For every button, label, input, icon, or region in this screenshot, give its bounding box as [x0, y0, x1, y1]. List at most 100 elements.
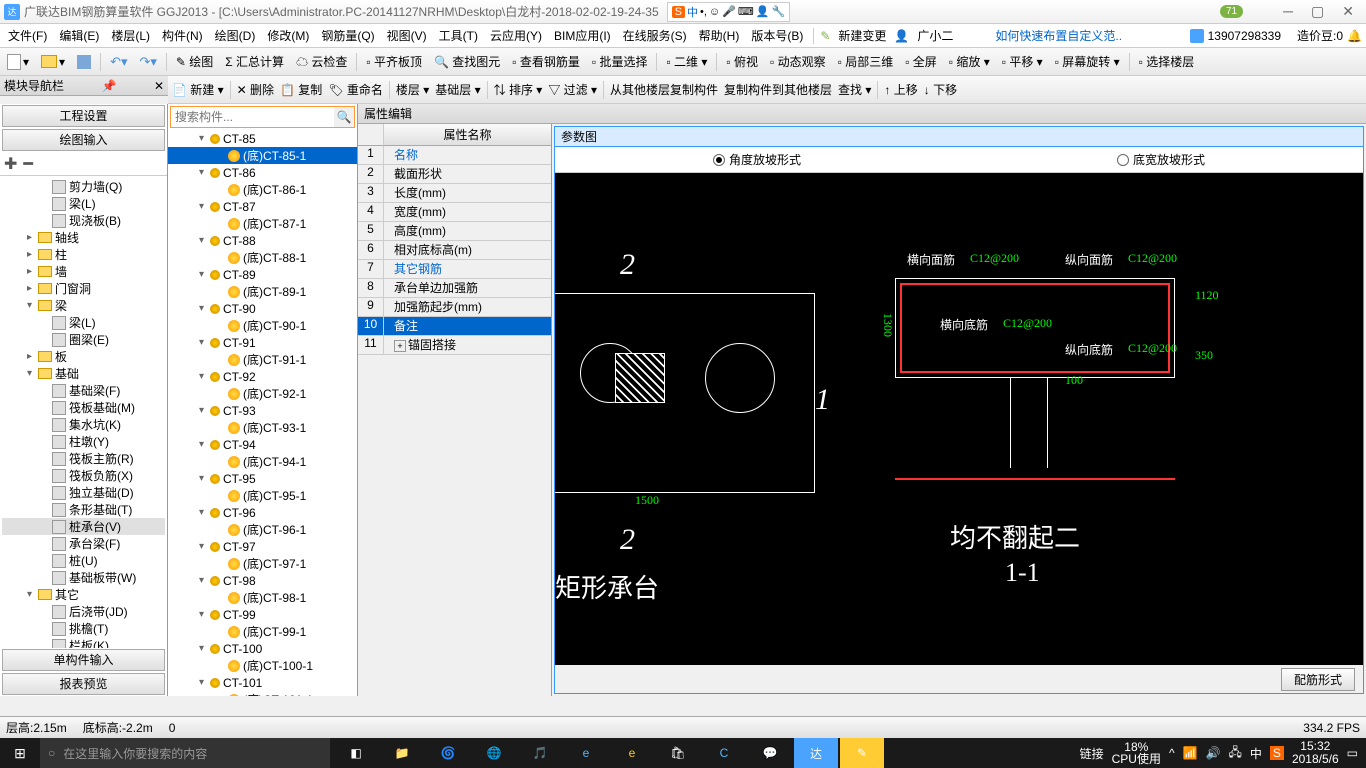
component-node[interactable]: (底)CT-98-1 [168, 589, 357, 606]
pin-icon[interactable]: 📌 [102, 79, 117, 93]
user-name[interactable]: 广小二 [913, 25, 957, 46]
app-store[interactable]: 🛍 [656, 738, 700, 768]
prop-row[interactable]: 6相对底标高(m) [358, 241, 551, 260]
tree-node[interactable]: ▾梁 [2, 297, 165, 314]
tree-node[interactable]: 集水坑(K) [2, 416, 165, 433]
component-node[interactable]: (底)CT-91-1 [168, 351, 357, 368]
panel-close-icon[interactable]: ✕ [154, 79, 164, 93]
undo-button[interactable]: ↶▾ [107, 52, 130, 72]
component-node[interactable]: (底)CT-86-1 [168, 181, 357, 198]
radio-width[interactable]: 底宽放坡形式 [1117, 151, 1205, 168]
minimize-button[interactable]: ─ [1283, 3, 1293, 20]
component-node[interactable]: ▾CT-98 [168, 572, 357, 589]
tb2-排序[interactable]: ⇅ 排序 ▾ [494, 81, 543, 98]
tree-node[interactable]: ▸柱 [2, 246, 165, 263]
tb-二维[interactable]: ▫ 二维 ▾ [663, 51, 710, 72]
tb-动态观察[interactable]: ▫ 动态观察 [767, 51, 829, 72]
component-node[interactable]: (底)CT-90-1 [168, 317, 357, 334]
radio-angle[interactable]: 角度放坡形式 [713, 151, 801, 168]
prop-row[interactable]: 2截面形状 [358, 165, 551, 184]
tree-node[interactable]: ▸门窗洞 [2, 280, 165, 297]
tray-notif-icon[interactable]: ▭ [1347, 746, 1358, 760]
component-node[interactable]: ▾CT-100 [168, 640, 357, 657]
component-node[interactable]: (底)CT-101-1 [168, 691, 357, 696]
tree-node[interactable]: 基础板带(W) [2, 569, 165, 586]
tray-up-icon[interactable]: ^ [1169, 746, 1175, 760]
tray-ime[interactable]: 中 [1250, 745, 1262, 762]
prop-row[interactable]: 11+锚固搭接 [358, 336, 551, 355]
prop-row[interactable]: 5高度(mm) [358, 222, 551, 241]
app-browser1[interactable]: 🌐 [472, 738, 516, 768]
menu-item[interactable]: BIM应用(I) [550, 25, 615, 46]
prop-row[interactable]: 1名称 [358, 146, 551, 165]
component-node[interactable]: ▾CT-99 [168, 606, 357, 623]
tb-全屏[interactable]: ▫ 全屏 [902, 51, 940, 72]
category-tree[interactable]: 剪力墙(Q)梁(L)现浇板(B)▸轴线▸柱▸墙▸门窗洞▾梁梁(L)圈梁(E)▸板… [0, 176, 167, 648]
start-button[interactable]: ⊞ [0, 745, 40, 762]
menu-item[interactable]: 在线服务(S) [619, 25, 691, 46]
prop-row[interactable]: 7其它钢筋 [358, 260, 551, 279]
tray-net-icon[interactable]: 🖧 [1229, 743, 1242, 764]
tb-查找图元[interactable]: 🔍 查找图元 [431, 51, 503, 72]
tb-缩放[interactable]: ▫ 缩放 ▾ [946, 51, 993, 72]
tree-node[interactable]: 后浇带(JD) [2, 603, 165, 620]
search-button[interactable]: 🔍 [334, 107, 354, 127]
app-c[interactable]: C [702, 738, 746, 768]
component-node[interactable]: ▾CT-91 [168, 334, 357, 351]
tb-查看钢筋量[interactable]: ▫ 查看钢筋量 [509, 51, 583, 72]
tree-node[interactable]: 筏板负筋(X) [2, 467, 165, 484]
app-swirl[interactable]: 🌀 [426, 738, 470, 768]
bell-icon[interactable]: 🔔 [1347, 29, 1362, 43]
component-node[interactable]: ▾CT-96 [168, 504, 357, 521]
open-button[interactable]: ▾ [38, 53, 68, 71]
app-chat[interactable]: 💬 [748, 738, 792, 768]
taskbar-search[interactable]: ○ 在这里输入你要搜索的内容 [40, 738, 330, 768]
tab-plus-icon[interactable]: ✚ [4, 154, 17, 174]
component-node[interactable]: (底)CT-94-1 [168, 453, 357, 470]
component-node[interactable]: (底)CT-87-1 [168, 215, 357, 232]
section-single-input[interactable]: 单构件输入 [2, 649, 165, 671]
tree-node[interactable]: 承台梁(F) [2, 535, 165, 552]
prop-row[interactable]: 10备注 [358, 317, 551, 336]
tb2-过滤[interactable]: ▽ 过滤 ▾ [548, 81, 597, 98]
section-report[interactable]: 报表预览 [2, 673, 165, 695]
clock[interactable]: 15:32 2018/5/6 [1292, 740, 1339, 766]
tb2-删除[interactable]: ✕ 删除 [237, 81, 274, 98]
search-input[interactable] [171, 107, 334, 127]
tree-node[interactable]: ▸墙 [2, 263, 165, 280]
tree-node[interactable]: 桩(U) [2, 552, 165, 569]
prop-row[interactable]: 3长度(mm) [358, 184, 551, 203]
component-node[interactable]: (底)CT-97-1 [168, 555, 357, 572]
component-node[interactable]: ▾CT-97 [168, 538, 357, 555]
tb2-复制构件到其他楼层[interactable]: 复制构件到其他楼层 [724, 81, 832, 98]
tree-node[interactable]: 桩承台(V) [2, 518, 165, 535]
prop-row[interactable]: 9加强筋起步(mm) [358, 298, 551, 317]
tb-平齐板顶[interactable]: ▫ 平齐板顶 [363, 51, 425, 72]
cad-canvas[interactable]: 2 2 1 1500 矩形承台 1300 1120 350 100 横向面筋 C… [555, 173, 1363, 665]
tb-批量选择[interactable]: ▫ 批量选择 [589, 51, 651, 72]
tb2-查找[interactable]: 查找 ▾ [838, 81, 871, 98]
tb2-从其他楼层复制构件[interactable]: 从其他楼层复制构件 [610, 81, 718, 98]
tree-node[interactable]: 独立基础(D) [2, 484, 165, 501]
tree-node[interactable]: 条形基础(T) [2, 501, 165, 518]
app-notes[interactable]: ✎ [840, 738, 884, 768]
tray-vol-icon[interactable]: 🔊 [1206, 746, 1221, 760]
menu-item[interactable]: 工具(T) [435, 25, 482, 46]
maximize-button[interactable]: ▢ [1311, 3, 1324, 20]
section-draw-input[interactable]: 绘图输入 [2, 129, 165, 151]
component-node[interactable]: (底)CT-96-1 [168, 521, 357, 538]
close-button[interactable]: ✕ [1342, 3, 1354, 20]
component-node[interactable]: (底)CT-99-1 [168, 623, 357, 640]
tree-node[interactable]: ▾基础 [2, 365, 165, 382]
tb-云检查[interactable]: ☁ 云检查 [293, 51, 350, 72]
app-music[interactable]: 🎵 [518, 738, 562, 768]
section-project-settings[interactable]: 工程设置 [2, 105, 165, 127]
menu-item[interactable]: 视图(V) [383, 25, 431, 46]
menu-item[interactable]: 钢筋量(Q) [317, 25, 378, 46]
tree-node[interactable]: 筏板主筋(R) [2, 450, 165, 467]
tb-局部三维[interactable]: ▫ 局部三维 [835, 51, 897, 72]
tray-link[interactable]: 链接 [1080, 745, 1104, 762]
help-tip-link[interactable]: 如何快速布置自定义范.. [991, 25, 1126, 46]
notification-badge[interactable]: 71 [1220, 5, 1243, 18]
menu-item[interactable]: 修改(M) [263, 25, 313, 46]
